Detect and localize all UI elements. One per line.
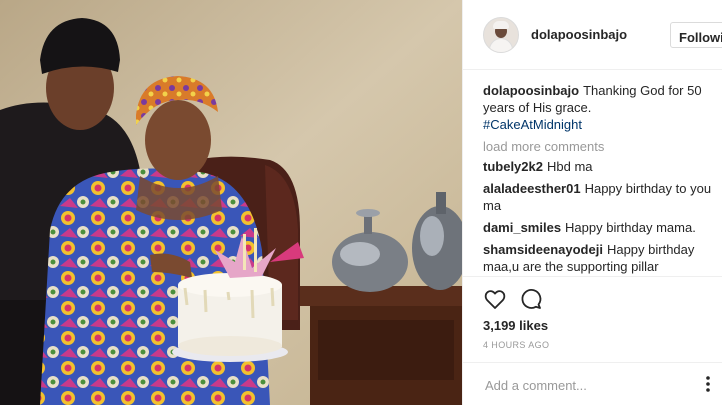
post-photo-scene [0,0,462,405]
comment-username[interactable]: alaladeesther01 [483,181,581,196]
comment-text: Hbd ma [546,159,593,174]
caption-hashtag-link[interactable]: #CakeAtMidnight [483,116,722,133]
caption-username[interactable]: dolapoosinbajo [483,83,579,98]
comment-item: alaladeesther01 Happy birthday to you ma [483,180,722,214]
comment-item: shamsideenayodeji Happy birthday maa,u ar… [483,241,722,276]
comments-list[interactable]: dolapoosinbajo Thanking God for 50 years … [483,82,722,276]
more-options-icon[interactable] [699,373,717,395]
post-photo[interactable] [0,0,462,405]
author-username[interactable]: dolapoosinbajo [531,27,627,42]
comment-username[interactable]: tubely2k2 [483,159,543,174]
post-actions: 3,199 likes 4 HOURS AGO [463,276,722,370]
comment-username[interactable]: shamsideenayodeji [483,242,603,257]
post-timestamp[interactable]: 4 HOURS AGO [483,340,549,350]
caption: dolapoosinbajo Thanking God for 50 years … [483,82,722,133]
comment-text: Happy birthday mama. [565,220,696,235]
likes-count[interactable]: 3,199 likes [483,318,548,333]
post-header: dolapoosinbajo Following [463,0,722,70]
avatar-body-shape [489,38,513,52]
comment-username[interactable]: dami_smiles [483,220,561,235]
load-more-comments-link[interactable]: load more comments [483,138,722,155]
following-button[interactable]: Following [670,22,722,48]
add-comment-input[interactable] [483,373,687,397]
comment-item: tubely2k2 Hbd ma [483,158,722,175]
post-side-panel: dolapoosinbajo Following dolapoosinbajoT… [462,0,722,405]
avatar-scarf-shape [493,21,509,29]
comment-bubble-icon[interactable] [519,287,543,311]
author-avatar[interactable] [483,17,519,53]
heart-icon[interactable] [483,287,507,311]
add-comment-bar [463,362,722,405]
comment-item: dami_smiles Happy birthday mama. [483,219,722,236]
